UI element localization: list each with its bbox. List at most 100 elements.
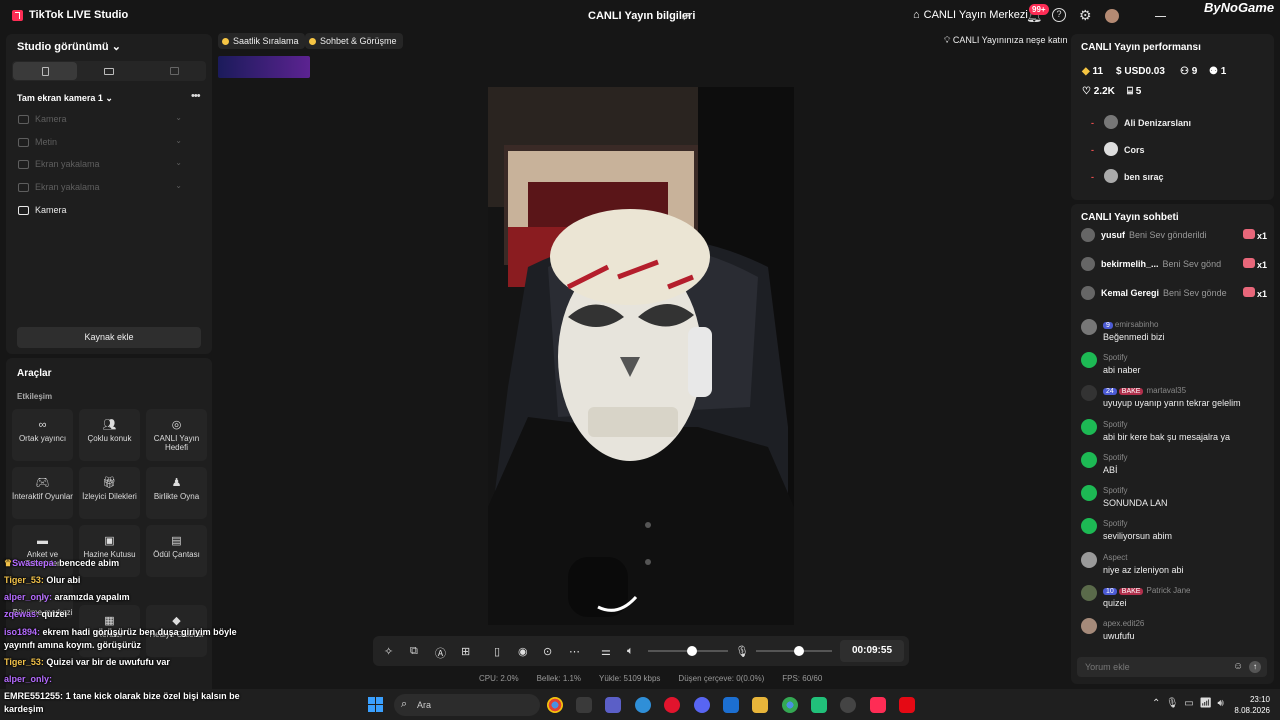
overlay-chat-line: kardeşim: [4, 704, 44, 714]
source-screen-capture-2[interactable]: Ekran yakalama ⌄: [18, 181, 182, 192]
search-icon: ⌕: [401, 698, 408, 710]
emoji-icon[interactable]: ☺: [1233, 661, 1243, 672]
spotify-icon: [1081, 518, 1097, 534]
magic-wand-icon[interactable]: ✧: [384, 645, 393, 658]
overlay-chat-line: yayınıfı amına koyım. görüşürüz: [4, 640, 141, 650]
add-screen-icon[interactable]: ⊞: [461, 645, 470, 658]
speaker-volume-knob[interactable]: [687, 646, 697, 656]
overlay-text: quizei: [41, 609, 68, 619]
gear-icon[interactable]: ⚙: [1079, 7, 1092, 24]
add-source-button[interactable]: Kaynak ekle: [17, 327, 201, 348]
top-viewer[interactable]: - ben sıraç: [1091, 169, 1164, 183]
phone-icon[interactable]: ▯: [494, 645, 500, 658]
minimize-button[interactable]: [1155, 16, 1166, 17]
microphone-icon[interactable]: 🎙︎: [735, 645, 749, 658]
tool-interactive-games[interactable]: 🎮︎ İnteraktif Oyunlar: [12, 467, 73, 519]
notification-badge: 99+: [1029, 4, 1049, 15]
chat-username: Spotify: [1103, 420, 1128, 429]
chevron-down-icon[interactable]: ⌄: [175, 136, 182, 145]
avatar: [1081, 385, 1097, 401]
live-center-button[interactable]: ⌂ CANLI Yayın Merkezi: [913, 9, 1028, 21]
teams-icon[interactable]: [605, 697, 621, 713]
tool-co-host[interactable]: ∞ Ortak yayıncı: [12, 409, 73, 461]
record-icon[interactable]: ◉: [518, 645, 528, 658]
live-chat-panel: [1071, 204, 1274, 684]
tool-multi-guest[interactable]: 👥︎ Çoklu konuk: [79, 409, 140, 461]
landscape-icon[interactable]: [104, 68, 114, 75]
studio-view-panel: [6, 34, 212, 354]
effects-icon[interactable]: ⧉: [410, 645, 418, 658]
edge-icon[interactable]: [635, 697, 651, 713]
chat-call-chip[interactable]: Sohbet & Görüşme: [305, 33, 403, 49]
taskbar-search[interactable]: [394, 694, 540, 716]
more-options-icon[interactable]: •••: [191, 90, 201, 102]
overlay-username: EMRE551255:: [4, 691, 64, 701]
chrome-icon[interactable]: [547, 697, 563, 713]
windows-start-icon[interactable]: [368, 697, 383, 712]
top-viewer[interactable]: - Cors: [1091, 142, 1145, 156]
usd-value: USD0.03: [1124, 66, 1165, 77]
system-tray[interactable]: ⌃ 🎙︎ ▭ 📶︎ 🔊︎: [1152, 698, 1224, 709]
taskbar-clock[interactable]: 23:10 8.08.2026: [1230, 694, 1270, 716]
source-screen-capture[interactable]: Ekran yakalama ⌄: [18, 158, 182, 169]
discord-icon[interactable]: [694, 697, 710, 713]
tool-live-goal[interactable]: ◎ CANLI Yayın Hedefi: [146, 409, 207, 461]
gift-user: bekirmelih_...: [1101, 259, 1159, 269]
avatar[interactable]: [1105, 9, 1119, 23]
opera-icon[interactable]: [664, 697, 680, 713]
ai-icon[interactable]: Ⓐ: [435, 645, 446, 661]
dual-icon[interactable]: [170, 67, 179, 75]
text-icon: [18, 137, 29, 147]
help-icon[interactable]: ?: [1052, 8, 1066, 22]
chip-label: Sohbet & Görüşme: [320, 36, 397, 46]
viewers-value: 9: [1191, 66, 1198, 77]
scene-dropdown[interactable]: Tam ekran kamera 1 ⌄: [17, 93, 113, 104]
tip-text[interactable]: 💡︎ CANLI Yayınınıza neşe katın: [944, 35, 1068, 46]
youtube-icon[interactable]: [899, 697, 915, 713]
chevron-down-icon[interactable]: ⌄: [175, 158, 182, 167]
source-camera-active[interactable]: Kamera: [18, 205, 182, 215]
viewer-name: Cors: [1124, 145, 1145, 155]
chevron-down-icon[interactable]: ⌄: [175, 113, 182, 122]
chat-username: 24 BAKE martaval35: [1103, 386, 1186, 395]
tiktok-icon[interactable]: [870, 697, 886, 713]
chrome-active-icon[interactable]: [782, 697, 798, 713]
adjust-icon[interactable]: ⚌: [601, 645, 611, 658]
gift-count-value: x1: [1256, 231, 1267, 241]
chat-text: uwufufu: [1103, 631, 1135, 641]
share-icon[interactable]: ⇗: [681, 9, 691, 23]
hourly-ranking-chip[interactable]: Saatlik Sıralama: [218, 33, 305, 49]
studio-view-dropdown[interactable]: Studio görünümü ⌄: [17, 40, 121, 53]
tool-treasure-box[interactable]: ▣ Hazine Kutusu: [79, 525, 140, 577]
tool-polls[interactable]: ▬ Anket ve Tahminler: [12, 525, 73, 577]
source-label: Ekran yakalama: [35, 182, 100, 192]
folder-icon[interactable]: [752, 697, 768, 713]
top-viewer[interactable]: - Ali Denizarslanı: [1091, 115, 1191, 129]
diamonds-value: 11: [1092, 66, 1104, 77]
gift-heart-icon: [1242, 258, 1255, 268]
capture-icon[interactable]: ⊙: [543, 645, 552, 658]
book-icon: ▦: [104, 615, 115, 627]
store-icon[interactable]: [576, 697, 592, 713]
chat-text: ABİ: [1103, 465, 1118, 475]
send-button[interactable]: ↑: [1249, 661, 1261, 673]
promo-banner[interactable]: [218, 56, 310, 78]
mail-icon[interactable]: [723, 697, 739, 713]
speaker-icon[interactable]: 🔈︎: [627, 645, 634, 658]
more-icon[interactable]: ⋯: [569, 645, 580, 658]
tool-viewer-wishes[interactable]: 🎁︎ İzleyici Dilekleri: [79, 467, 140, 519]
username-text: emirsabinho: [1114, 320, 1159, 329]
tool-reward-bag[interactable]: ▤ Ödül Çantası: [146, 525, 207, 577]
mic-volume-knob[interactable]: [794, 646, 804, 656]
likes-value: 2.2K: [1093, 86, 1115, 97]
gift-user: Kemal Geregi: [1101, 288, 1160, 298]
source-text[interactable]: Metin ⌄: [18, 136, 182, 147]
tool-play-together[interactable]: ♟ Birlikte Oyna: [146, 467, 207, 519]
source-camera[interactable]: Kamera ⌄: [18, 113, 182, 124]
obs-icon[interactable]: [840, 697, 856, 713]
tool-label: Birlikte Oyna: [153, 492, 200, 501]
stream-info-button[interactable]: CANLI Yayın bilgileri: [588, 10, 695, 22]
tool-label: Ödül Çantası: [153, 550, 200, 559]
chevron-down-icon[interactable]: ⌄: [175, 181, 182, 190]
app-icon[interactable]: [811, 697, 827, 713]
